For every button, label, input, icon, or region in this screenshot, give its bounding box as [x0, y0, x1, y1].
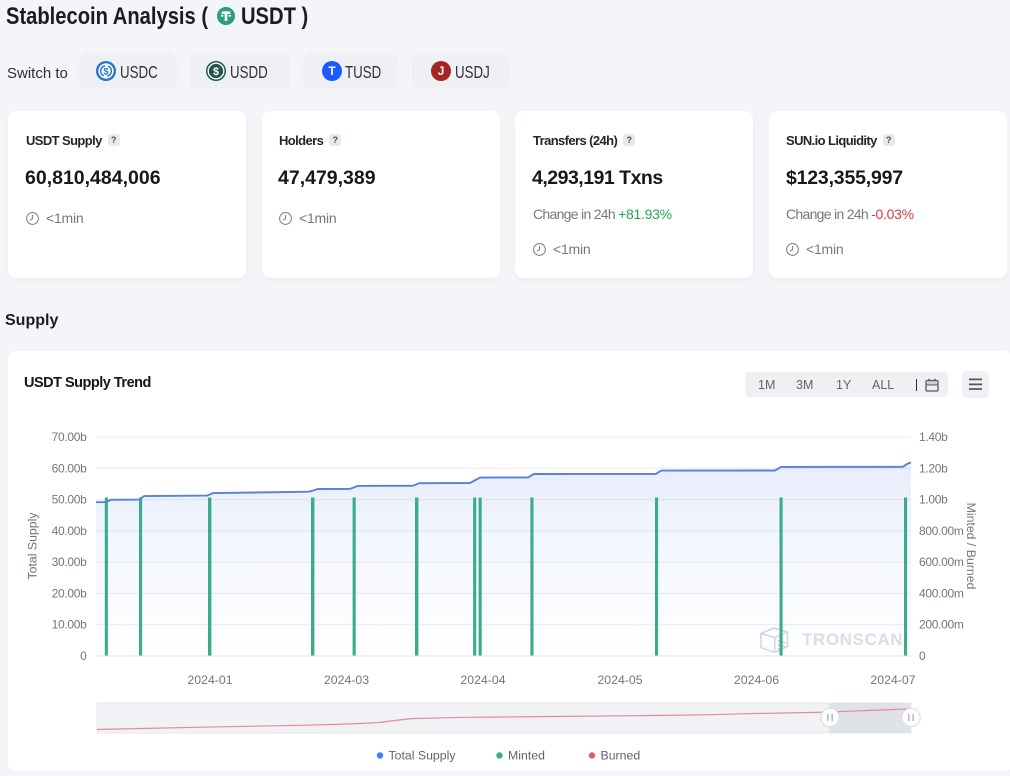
- svg-text:Burned: Burned: [601, 749, 641, 763]
- svg-text:Minted / Burned: Minted / Burned: [964, 503, 978, 590]
- svg-text:1.40b: 1.40b: [919, 430, 948, 444]
- svg-text:Minted: Minted: [508, 749, 545, 763]
- svg-text:2024-03: 2024-03: [324, 673, 369, 687]
- svg-text:60.00b: 60.00b: [52, 461, 88, 475]
- svg-text:2024-05: 2024-05: [597, 673, 642, 687]
- svg-text:200.00m: 200.00m: [919, 618, 964, 632]
- svg-text:1.00b: 1.00b: [919, 493, 948, 507]
- svg-text:800.00m: 800.00m: [919, 524, 964, 538]
- svg-text:2024-01: 2024-01: [187, 673, 232, 687]
- svg-text:Total Supply: Total Supply: [389, 749, 457, 763]
- svg-text:400.00m: 400.00m: [919, 586, 964, 600]
- svg-text:1.20b: 1.20b: [919, 461, 948, 475]
- svg-text:2024-04: 2024-04: [460, 673, 505, 687]
- svg-text:10.00b: 10.00b: [52, 618, 88, 632]
- svg-text:0: 0: [80, 649, 87, 663]
- svg-text:0: 0: [919, 649, 926, 663]
- svg-text:Total Supply: Total Supply: [26, 512, 40, 580]
- svg-text:40.00b: 40.00b: [52, 524, 88, 538]
- svg-text:600.00m: 600.00m: [919, 555, 964, 569]
- svg-text:50.00b: 50.00b: [52, 493, 88, 507]
- svg-text:2024-06: 2024-06: [734, 673, 779, 687]
- svg-text:20.00b: 20.00b: [52, 586, 88, 600]
- svg-text:70.00b: 70.00b: [52, 430, 88, 444]
- svg-text:2024-07: 2024-07: [870, 673, 915, 687]
- svg-text:30.00b: 30.00b: [52, 555, 88, 569]
